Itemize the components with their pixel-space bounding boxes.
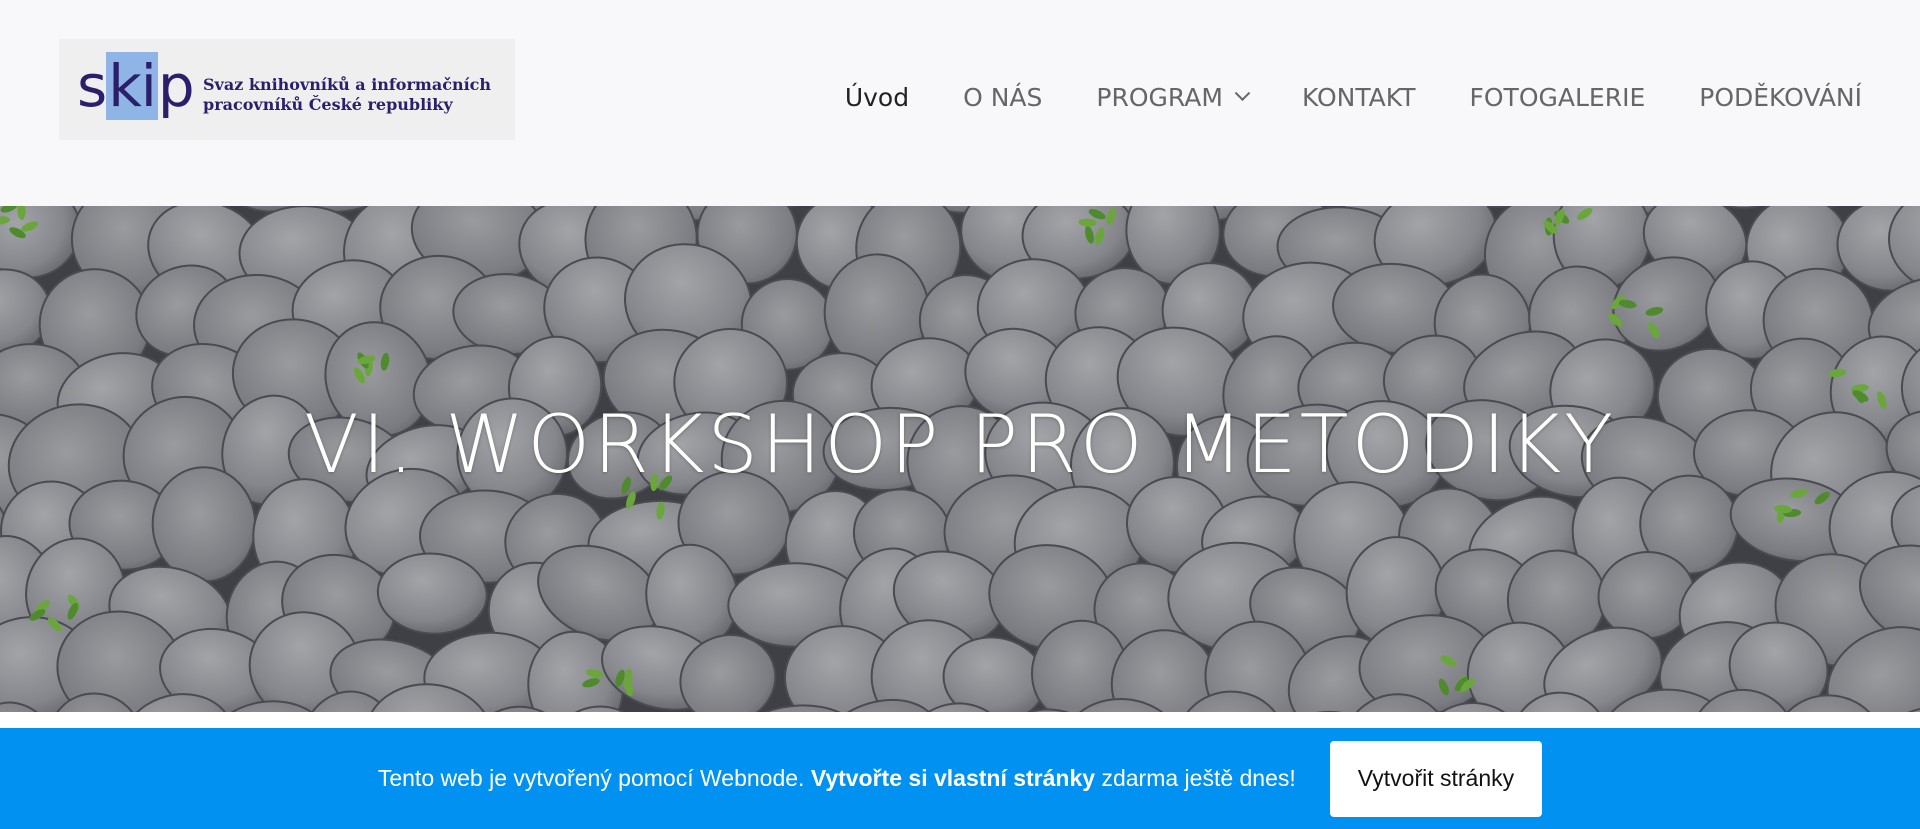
chevron-down-icon[interactable]: [1234, 85, 1251, 102]
logo-mark: skip: [77, 52, 195, 120]
main-nav: Úvod O NÁS PROGRAM KONTAKT FOTOGALERIE P…: [845, 83, 1862, 112]
site-header: skip Svaz knihovníků a informačních prac…: [0, 0, 1920, 206]
nav-item-uvod[interactable]: Úvod: [845, 83, 909, 112]
nav-item-podekovani[interactable]: PODĚKOVÁNÍ: [1699, 83, 1862, 112]
hero-section: VI. WORKSHOP PRO METODIKY: [0, 206, 1920, 712]
banner-link-text[interactable]: Vytvořte si vlastní stránky: [811, 765, 1095, 791]
nav-item-kontakt[interactable]: KONTAKT: [1302, 83, 1416, 112]
logo-text-line2: pracovníků České republiky: [203, 95, 453, 114]
create-site-button[interactable]: Vytvořit stránky: [1329, 740, 1543, 817]
nav-item-fotogalerie[interactable]: FOTOGALERIE: [1470, 83, 1646, 112]
logo-text: Svaz knihovníků a informačních pracovník…: [203, 75, 491, 115]
logo-text-line1: Svaz knihovníků a informačních: [203, 75, 492, 94]
divider-strip: [0, 712, 1920, 728]
site-logo[interactable]: skip Svaz knihovníků a informačních prac…: [59, 39, 515, 140]
banner-text: Tento web je vytvořený pomocí Webnode. V…: [377, 765, 1296, 791]
nav-item-program[interactable]: PROGRAM: [1096, 83, 1251, 112]
nav-item-o-nas[interactable]: O NÁS: [963, 83, 1042, 112]
webnode-banner: Tento web je vytvořený pomocí Webnode. V…: [0, 728, 1920, 829]
hero-title: VI. WORKSHOP PRO METODIKY: [303, 398, 1617, 491]
